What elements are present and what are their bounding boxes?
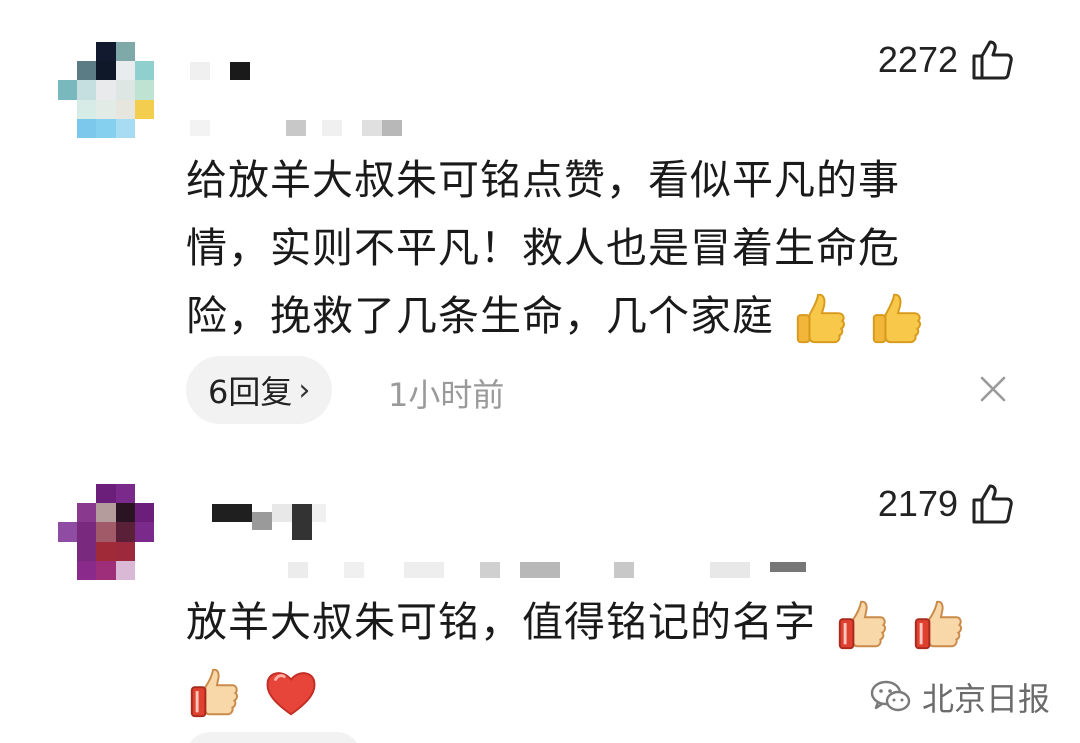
thumbs-up-icon[interactable] [970,482,1014,526]
user-meta-redacted [288,562,808,578]
watermark-text: 北京日报 [921,680,1050,718]
source-watermark: 北京日报 [870,674,1050,720]
thumbs-up-emoji-icon [868,290,926,348]
thumbs-up-red-cuff-emoji-icon [910,596,968,654]
like-count: 2179 [877,483,958,524]
thumbs-up-red-cuff-emoji-icon [834,596,892,654]
replies-label: 6回复 [208,373,293,411]
thumbs-up-emoji-icon [792,290,850,348]
red-heart-emoji-icon [262,664,320,722]
comment-line: 情，实则不平凡！救人也是冒着生命危 [186,224,900,272]
close-icon[interactable] [976,372,1010,406]
comment-line: 险，挽救了几条生命，几个家庭 [186,292,774,340]
username-redacted[interactable] [212,504,332,540]
chevron-right-icon: › [298,372,311,408]
comment-text: 给放羊大叔朱可铭点赞，看似平凡的事 情，实则不平凡！救人也是冒着生命危 险，挽救… [186,146,996,350]
wechat-icon [870,680,911,712]
thumbs-up-icon[interactable] [970,38,1014,82]
comment-line: 放羊大叔朱可铭，值得铭记的名字 [186,598,816,646]
comment-line-with-emoji: 放羊大叔朱可铭，值得铭记的名字 [186,588,996,656]
comment-item: 2272 给放羊大叔朱可铭点赞，看似平凡的事 情，实则不平凡！救人也是冒着生命危… [0,0,1080,440]
like-control[interactable]: 2272 [878,38,1014,82]
comment-line: 给放羊大叔朱可铭点赞，看似平凡的事 [186,156,900,204]
avatar[interactable] [58,484,154,580]
avatar[interactable] [58,42,154,138]
comment-line-with-emoji: 险，挽救了几条生命，几个家庭 [186,282,996,350]
comment-timestamp: 1小时前 [388,376,505,414]
username-redacted[interactable] [190,62,260,80]
like-control[interactable]: 2179 [878,482,1014,526]
thumbs-up-red-cuff-emoji-icon [186,664,244,722]
like-count: 2272 [877,39,958,80]
user-meta-redacted [190,120,410,136]
replies-button[interactable]: 6回复 › [186,356,333,424]
replies-button[interactable] [186,732,361,743]
